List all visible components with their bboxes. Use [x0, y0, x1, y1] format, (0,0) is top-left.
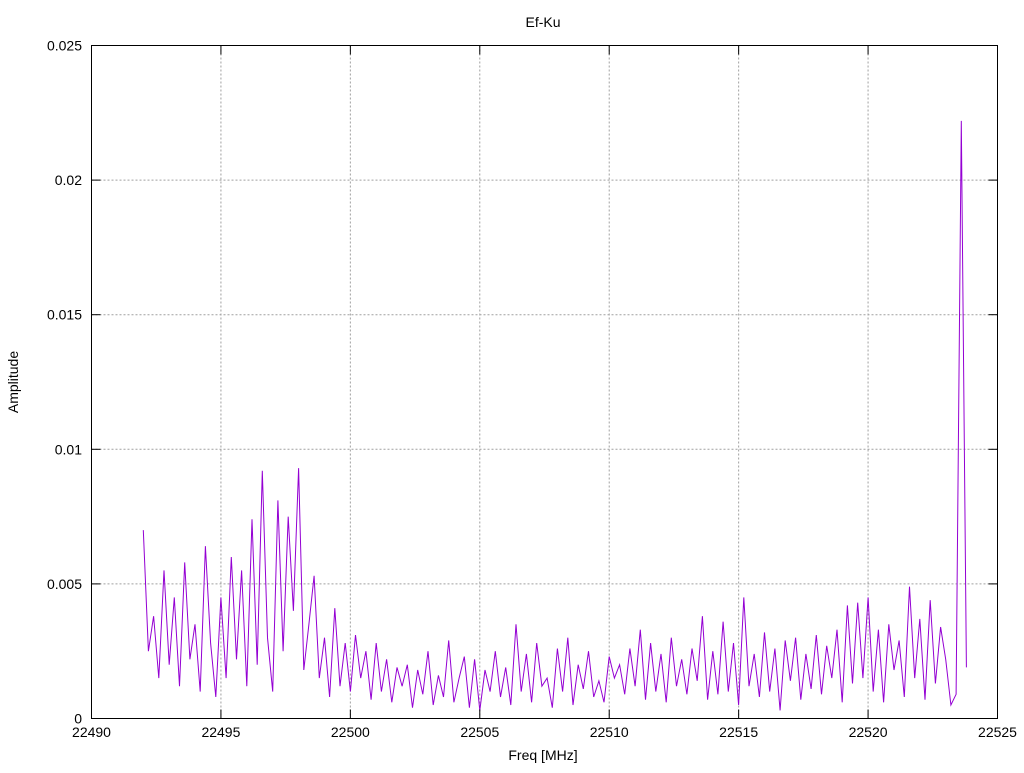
x-tick-label: 22495 [201, 724, 240, 740]
x-tick-label: 22510 [590, 724, 629, 740]
y-axis-label: Amplitude [5, 351, 21, 413]
x-tick-label: 22525 [978, 724, 1017, 740]
y-tick-label: 0 [74, 711, 82, 727]
x-axis-label: Freq [MHz] [508, 747, 577, 763]
grid [91, 45, 998, 719]
chart-title: Ef-Ku [525, 14, 560, 30]
x-tick-label: 22500 [331, 724, 370, 740]
y-tick-label: 0.025 [47, 38, 82, 54]
x-tick-label: 22505 [460, 724, 499, 740]
chart: 22490 22495 22500 22505 22510 22515 22520 22525… [5, 14, 1017, 763]
plot-border [91, 45, 998, 719]
y-tick-label: 0.005 [47, 576, 82, 592]
y-tick-label: 0.01 [55, 441, 82, 457]
ticks: 22490 22495 22500 22505 22510 22515 22520 22525… [47, 38, 1017, 741]
y-tick-label: 0.02 [55, 172, 82, 188]
series-line [142, 120, 967, 711]
x-tick-label: 22515 [719, 724, 758, 740]
x-tick-label: 22520 [849, 724, 888, 740]
y-tick-label: 0.015 [47, 307, 82, 323]
